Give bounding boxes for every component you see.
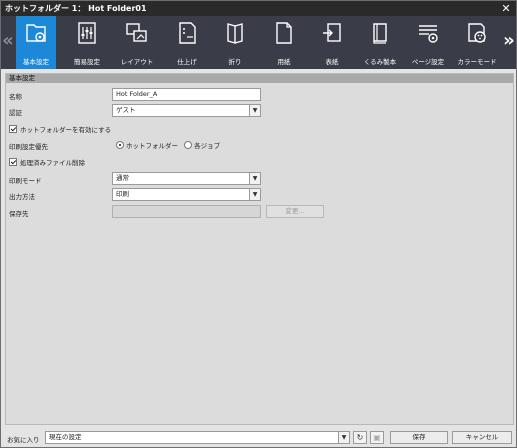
section-header: 基本設定 xyxy=(6,74,513,83)
tab-label: 仕上げ xyxy=(177,58,197,66)
tab-basic-settings[interactable]: 基本設定 xyxy=(16,16,56,69)
print-mode-value: 通常 xyxy=(116,174,129,182)
tab-label: 表紙 xyxy=(325,58,339,66)
page-settings-icon xyxy=(419,25,438,43)
fold-icon xyxy=(227,23,243,44)
checkbox-checked[interactable] xyxy=(9,125,17,133)
favorites-value: 現在の設定 xyxy=(49,433,82,441)
tab-label: 簡易設定 xyxy=(74,58,100,66)
refresh-icon[interactable]: ↻ xyxy=(353,431,367,444)
color-mode-icon xyxy=(468,23,486,43)
priority-hotfolder-label: ホットフォルダー xyxy=(126,142,178,150)
delete-processed-label: 処理済みファイル削除 xyxy=(20,159,85,167)
output-method-value: 印刷 xyxy=(116,190,129,198)
auth-label: 認証 xyxy=(9,109,22,117)
tab-simple-settings[interactable]: 簡易設定 xyxy=(67,16,107,69)
delete-processed-checkbox[interactable]: 処理済みファイル削除 xyxy=(9,157,85,167)
tab-label: くるみ製本 xyxy=(363,58,397,66)
sliders-icon xyxy=(78,22,96,44)
checkbox-checked[interactable] xyxy=(9,158,17,166)
finishing-icon xyxy=(179,22,196,44)
priority-radio-group: ホットフォルダー 各ジョブ xyxy=(116,140,220,150)
name-label: 名称 xyxy=(9,93,22,101)
name-input[interactable]: Hot Folder_A xyxy=(112,88,261,101)
window-title: ホットフォルダー 1： Hot Folder01 xyxy=(5,4,147,13)
save-disk-icon[interactable]: ▣ xyxy=(370,431,384,444)
title-bar: ホットフォルダー 1： Hot Folder01 ✕ xyxy=(1,1,516,16)
favorites-select[interactable]: 現在の設定 ▼ xyxy=(45,431,350,444)
tab-label: レイアウト xyxy=(120,58,154,66)
tab-paper[interactable]: 用紙 xyxy=(264,16,304,69)
auth-select[interactable]: ゲスト ▼ xyxy=(112,104,261,117)
footer-bar: お気に入り 現在の設定 ▼ ↻ ▣ 保存 キャンセル xyxy=(1,429,516,447)
tab-fold[interactable]: 折り xyxy=(215,16,255,69)
binding-icon xyxy=(373,23,387,44)
priority-label: 印刷設定優先 xyxy=(9,143,48,151)
tab-label: カラーモード xyxy=(457,58,497,66)
settings-toolbar: « 基本設定 簡易設定 レイアウト 仕上げ 折り 用紙 表紙 くるみ製本 ページ… xyxy=(1,16,516,69)
scroll-right-icon[interactable]: » xyxy=(502,16,516,69)
tab-label: 折り xyxy=(228,58,242,66)
close-icon[interactable]: ✕ xyxy=(500,1,512,16)
tab-label: 用紙 xyxy=(277,58,291,66)
save-button[interactable]: 保存 xyxy=(390,431,448,444)
output-method-label: 出力方法 xyxy=(9,193,35,201)
hot-folder-dialog: ホットフォルダー 1： Hot Folder01 ✕ « 基本設定 簡易設定 レ… xyxy=(0,0,517,448)
priority-job-radio[interactable] xyxy=(184,141,193,149)
folder-gear-icon xyxy=(26,24,46,42)
priority-hotfolder-radio[interactable] xyxy=(116,141,124,149)
enable-hotfolder-label: ホットフォルダーを有効にする xyxy=(20,126,112,134)
print-mode-select[interactable]: 通常 ▼ xyxy=(112,172,261,185)
tab-label: ページ設定 xyxy=(411,58,445,66)
tab-page-settings[interactable]: ページ設定 xyxy=(408,16,448,69)
auth-select-value: ゲスト xyxy=(116,106,136,114)
tab-finishing[interactable]: 仕上げ xyxy=(167,16,207,69)
chevron-down-icon: ▼ xyxy=(249,189,260,200)
cover-icon xyxy=(323,23,341,42)
chevron-down-icon: ▼ xyxy=(249,173,260,184)
favorites-label: お気に入り xyxy=(7,436,40,444)
tab-perfect-binding[interactable]: くるみ製本 xyxy=(360,16,400,69)
chevron-down-icon: ▼ xyxy=(338,432,349,443)
change-button[interactable]: 変更... xyxy=(266,205,324,218)
tab-layout[interactable]: レイアウト xyxy=(117,16,157,69)
enable-hotfolder-checkbox[interactable]: ホットフォルダーを有効にする xyxy=(9,124,111,134)
output-method-select[interactable]: 印刷 ▼ xyxy=(112,188,261,201)
print-mode-label: 印刷モード xyxy=(9,177,42,185)
tab-color-mode[interactable]: カラーモード xyxy=(457,16,497,69)
layout-icon xyxy=(126,23,147,42)
save-to-label: 保存先 xyxy=(9,210,29,218)
chevron-down-icon: ▼ xyxy=(249,105,260,116)
priority-job-label: 各ジョブ xyxy=(194,142,221,150)
tab-cover[interactable]: 表紙 xyxy=(312,16,352,69)
paper-icon xyxy=(276,22,292,44)
basic-settings-panel: 基本設定 名称 Hot Folder_A 認証 ゲスト ▼ ホットフォルダーを有… xyxy=(5,73,514,425)
cancel-button[interactable]: キャンセル xyxy=(452,431,512,444)
tab-label: 基本設定 xyxy=(23,58,49,66)
save-to-input[interactable] xyxy=(112,205,261,218)
